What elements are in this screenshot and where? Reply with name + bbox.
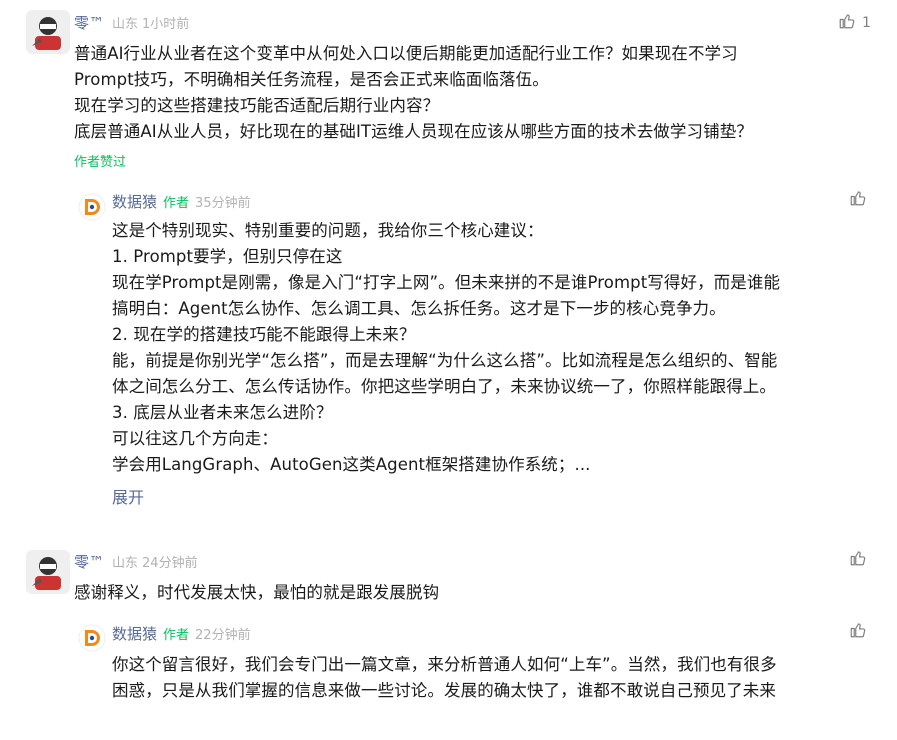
user-name[interactable]: 零™ (74, 553, 104, 571)
reply-text: 你这个留言很好，我们会专门出一篇文章，来分析普通人如何“上车”。当然，我们也有很… (112, 652, 777, 704)
user-name[interactable]: 零™ (74, 14, 104, 32)
comment-line: 现在学习的这些搭建技巧能否适配后期行业内容？ (74, 96, 440, 115)
thumbs-up-icon (838, 12, 856, 34)
like-button[interactable] (849, 550, 867, 570)
reply-line: 2. 现在学的搭建技巧能不能跟得上未来？ (112, 325, 416, 344)
author-avatar[interactable] (78, 624, 106, 652)
reply-line: 搞明白：Agent怎么协作、怎么调工具、怎么拆任务。这才是下一步的核心竞争力。 (112, 299, 726, 318)
reply-line: 现在学Prompt是刚需，像是入门“打字上网”。但未来拼的不是谁Prompt写得… (112, 273, 781, 292)
reply-header: 数据猿 作者 35分钟前 (112, 192, 251, 212)
user-location: 山东 (112, 556, 139, 571)
reply-line: 能，前提是你别光学“怎么搭”，而是去理解“为什么这么搭”。比如流程是怎么组织的、… (112, 351, 778, 370)
author-name[interactable]: 数据猿 (112, 193, 157, 211)
author-logo-icon (78, 624, 106, 652)
thumbs-up-icon (849, 621, 867, 643)
reply-line: 学会用LangGraph、AutoGen这类Agent框架搭建协作系统；... (112, 455, 591, 474)
reply-line: 这是个特别现实、特别重要的问题，我给你三个核心建议： (112, 221, 544, 240)
expand-link[interactable]: 展开 (112, 484, 144, 508)
author-avatar[interactable] (78, 193, 106, 221)
author-liked-badge: 作者赞过 (74, 155, 127, 170)
reply-time: 35分钟前 (195, 196, 251, 211)
comment-header: 零™ 山东 24分钟前 (74, 552, 198, 572)
reply-line: 困惑，只是从我们掌握的信息来做一些讨论。发展的确太快了，谁都不敢说自己预见了未来 (112, 681, 776, 700)
author-logo-icon (78, 193, 106, 221)
like-count: 1 (862, 15, 871, 31)
like-button[interactable]: 1 (838, 13, 871, 33)
author-tag: 作者 (163, 196, 190, 211)
reply-line: 你这个留言很好，我们会专门出一篇文章，来分析普通人如何“上车”。当然，我们也有很… (112, 655, 777, 674)
comment-header: 零™ 山东 1小时前 (74, 13, 189, 33)
comment-line: 普通AI行业从业者在这个变革中从何处入口以便后期能更加适配行业工作？如果现在不学… (74, 44, 738, 63)
comment-line: 感谢释义，时代发展太快，最怕的就是跟发展脱钩 (74, 583, 440, 602)
comment-line: Prompt技巧，不明确相关任务流程，是否会正式来临面临落伍。 (74, 70, 549, 89)
comment-time: 24分钟前 (142, 556, 198, 571)
reply-line: 可以往这几个方向走： (112, 429, 278, 448)
like-button[interactable] (849, 190, 867, 210)
like-button[interactable] (849, 622, 867, 642)
comment-text: 普通AI行业从业者在这个变革中从何处入口以便后期能更加适配行业工作？如果现在不学… (74, 41, 753, 145)
reply-time: 22分钟前 (195, 628, 251, 643)
reply-header: 数据猿 作者 22分钟前 (112, 624, 251, 644)
comment-time: 1小时前 (142, 17, 190, 32)
comment-text: 感谢释义，时代发展太快，最怕的就是跟发展脱钩 (74, 580, 439, 606)
reply-line: 3. 底层从业者未来怎么进阶？ (112, 403, 333, 422)
user-avatar[interactable] (26, 10, 70, 54)
user-avatar[interactable] (26, 550, 70, 594)
thumbs-up-icon (849, 549, 867, 571)
comment-line: 底层普通AI从业人员，好比现在的基础IT运维人员现在应该从哪些方面的技术去做学习… (74, 122, 753, 141)
comment-page: 零™ 山东 1小时前 1 普通AI行业从业者在这个变革中从何处入口以便后期能更加适配… (0, 0, 897, 740)
reply-text: 这是个特别现实、特别重要的问题，我给你三个核心建议： 1. Prompt要学，但… (112, 218, 780, 478)
reply-line: 1. Prompt要学，但别只停在这 (112, 247, 343, 266)
thumbs-up-icon (849, 189, 867, 211)
user-location: 山东 (112, 17, 139, 32)
author-tag: 作者 (163, 628, 190, 643)
reply-line: 体之间怎么分工、怎么传话协作。你把这些学明白了，未来协议统一了，你照样能跟得上。 (112, 377, 776, 396)
author-name[interactable]: 数据猿 (112, 625, 157, 643)
